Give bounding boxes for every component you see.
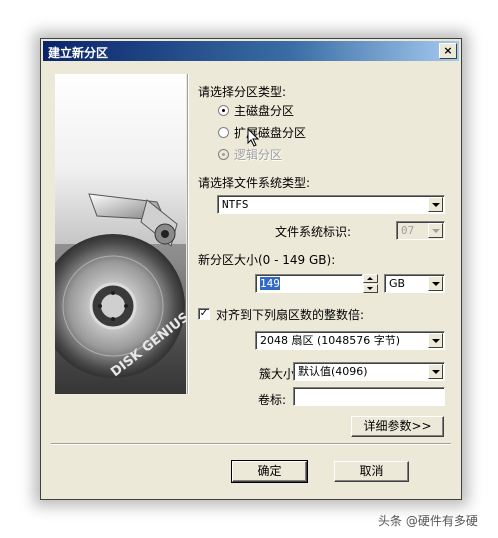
size-value: 149 <box>260 277 280 290</box>
title-bar[interactable]: 建立新分区 × <box>43 41 459 61</box>
hard-disk-icon: DISK GENIUS <box>55 193 186 394</box>
chevron-down-icon[interactable] <box>428 223 443 238</box>
radio-primary-label[interactable]: 主磁盘分区 <box>234 102 294 119</box>
details-button[interactable]: 详细参数>> <box>351 416 444 437</box>
spin-up-icon[interactable] <box>363 274 378 283</box>
fs-id-label: 文件系统标识: <box>275 225 352 239</box>
fs-type-value: NTFS <box>222 198 249 211</box>
size-unit-select[interactable]: GB <box>384 274 445 293</box>
size-label: 新分区大小(0 - 149 GB): <box>198 253 336 267</box>
size-spinner[interactable] <box>363 274 378 293</box>
chevron-down-icon[interactable] <box>428 276 443 291</box>
new-partition-dialog: 建立新分区 × DISK GENIUS 请选择分区类型: 主磁盘分区 扩展磁盘分… <box>40 38 462 500</box>
radio-extended-partition[interactable] <box>218 127 229 138</box>
partition-type-label: 请选择分区类型: <box>198 85 287 99</box>
fs-id-select[interactable]: 07 <box>396 221 445 240</box>
watermark: 头条 @硬件有多硬 <box>378 514 478 528</box>
volume-label: 卷标: <box>258 393 287 407</box>
vertical-divider <box>187 74 189 394</box>
volume-input[interactable] <box>293 387 445 406</box>
cluster-select[interactable]: 默认值(4096) <box>293 362 445 381</box>
fs-id-value: 07 <box>401 224 415 237</box>
disk-genius-banner: DISK GENIUS <box>55 74 186 394</box>
radio-primary-partition[interactable] <box>218 105 229 116</box>
dialog-title: 建立新分区 <box>48 46 109 60</box>
mouse-cursor-icon <box>247 128 260 147</box>
chevron-down-icon[interactable] <box>428 333 443 348</box>
align-value: 2048 扇区 (1048576 字节) <box>260 334 401 347</box>
fs-type-label: 请选择文件系统类型: <box>198 176 311 190</box>
radio-logical-label[interactable]: 逻辑分区 <box>234 146 282 163</box>
fs-type-select[interactable]: NTFS <box>217 195 445 214</box>
radio-logical-partition[interactable] <box>218 149 229 160</box>
cancel-button[interactable]: 取消 <box>334 461 409 482</box>
ok-button[interactable]: 确定 <box>231 460 308 483</box>
align-checkbox[interactable]: ✓ <box>198 308 210 320</box>
chevron-down-icon[interactable] <box>428 197 443 212</box>
cluster-value: 默认值(4096) <box>298 365 368 378</box>
chevron-down-icon[interactable] <box>428 364 443 379</box>
close-icon: × <box>443 44 453 57</box>
spin-down-icon[interactable] <box>363 284 378 293</box>
align-label[interactable]: 对齐到下列扇区数的整数倍: <box>216 306 364 323</box>
horizontal-divider <box>51 443 451 445</box>
size-input[interactable]: 149 <box>255 274 363 293</box>
size-unit-value: GB <box>389 277 406 290</box>
radio-extended-label[interactable]: 扩展磁盘分区 <box>234 124 306 141</box>
close-button[interactable]: × <box>439 43 457 59</box>
align-select[interactable]: 2048 扇区 (1048576 字节) <box>255 331 445 350</box>
